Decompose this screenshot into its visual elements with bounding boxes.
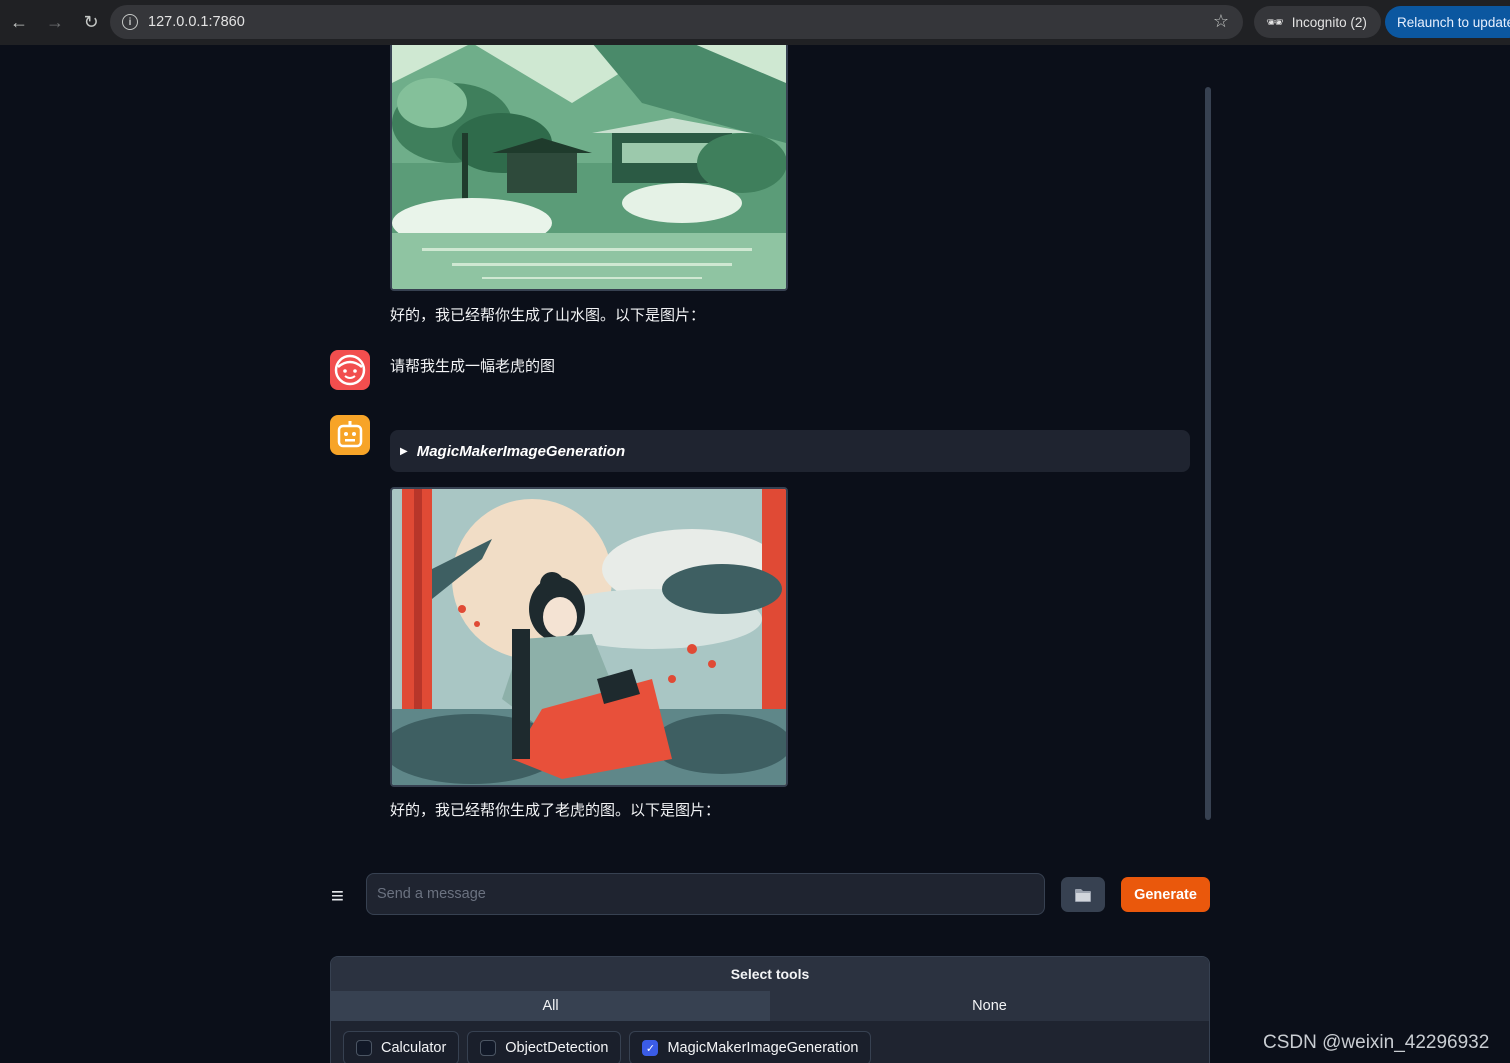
select-tools-panel: Select tools All None Calculator ObjectD…	[330, 956, 1210, 1063]
message-input[interactable]	[366, 873, 1045, 915]
chat-scrollbar[interactable]	[1205, 87, 1211, 820]
relaunch-button[interactable]: Relaunch to update	[1385, 6, 1510, 38]
incognito-indicator[interactable]: 🕶 Incognito (2)	[1254, 6, 1381, 38]
tool-option-label: ObjectDetection	[505, 1040, 609, 1056]
tool-call-name: MagicMakerImageGeneration	[416, 442, 626, 460]
chatbot-panel: 好的，我已经帮你生成了山水图。以下是图片： 请帮我生成一幅老虎的图 ▶ Magi…	[330, 45, 1210, 835]
reload-icon[interactable]: ↻	[74, 6, 108, 40]
magicmaker-checkbox[interactable]: ✓	[642, 1040, 659, 1056]
bot-avatar	[330, 415, 370, 455]
robot-icon	[337, 421, 363, 448]
address-bar[interactable]: i 127.0.0.1:7860 ☆	[110, 5, 1243, 39]
select-none-button[interactable]: None	[770, 991, 1209, 1021]
tools-select-buttons: All None	[331, 991, 1209, 1021]
incognito-icon: 🕶	[1266, 13, 1284, 30]
forward-icon[interactable]: →	[38, 6, 72, 40]
landscape-pavilion-image[interactable]	[390, 45, 788, 291]
back-icon[interactable]: ←	[2, 6, 36, 40]
tools-title: Select tools	[331, 957, 1209, 991]
user-message-text: 请帮我生成一幅老虎的图	[390, 358, 556, 375]
tool-option-object-detection[interactable]: ObjectDetection	[467, 1031, 622, 1063]
calculator-checkbox[interactable]	[356, 1040, 372, 1056]
user-face-icon	[334, 354, 366, 386]
user-avatar	[330, 350, 370, 390]
select-all-button[interactable]: All	[331, 991, 770, 1021]
site-info-icon[interactable]: i	[122, 14, 138, 30]
upload-button[interactable]	[1061, 877, 1105, 912]
object-detection-checkbox[interactable]	[480, 1040, 497, 1056]
tool-option-label: Calculator	[381, 1040, 447, 1056]
generate-button[interactable]: Generate	[1121, 877, 1210, 912]
tool-option-calculator[interactable]: Calculator	[343, 1031, 460, 1063]
tool-option-magicmaker[interactable]: ✓ MagicMakerImageGeneration	[629, 1031, 872, 1063]
folder-icon	[1075, 888, 1091, 902]
browser-toolbar: ← → ↻ i 127.0.0.1:7860 ☆ 🕶 Incognito (2)…	[0, 0, 1510, 45]
relaunch-label: Relaunch to update	[1397, 14, 1510, 30]
hamburger-menu-icon[interactable]: ≡	[331, 885, 351, 907]
bot-message-text: 好的，我已经帮你生成了老虎的图。以下是图片：	[390, 802, 721, 819]
tool-call-accordion[interactable]: ▶ MagicMakerImageGeneration	[390, 430, 1190, 472]
csdn-watermark: CSDN @weixin_42296932	[1263, 1032, 1490, 1053]
expand-triangle-icon: ▶	[400, 445, 408, 457]
tool-checkbox-group: Calculator ObjectDetection ✓ MagicMakerI…	[331, 1021, 1209, 1063]
incognito-label: Incognito (2)	[1291, 14, 1367, 30]
bot-message-text: 好的，我已经帮你生成了山水图。以下是图片：	[390, 307, 706, 324]
url-text: 127.0.0.1:7860	[148, 14, 245, 30]
bookmark-star-icon[interactable]: ☆	[1213, 11, 1229, 32]
tool-option-label: MagicMakerImageGeneration	[667, 1040, 859, 1056]
woman-reading-image[interactable]	[390, 487, 788, 787]
